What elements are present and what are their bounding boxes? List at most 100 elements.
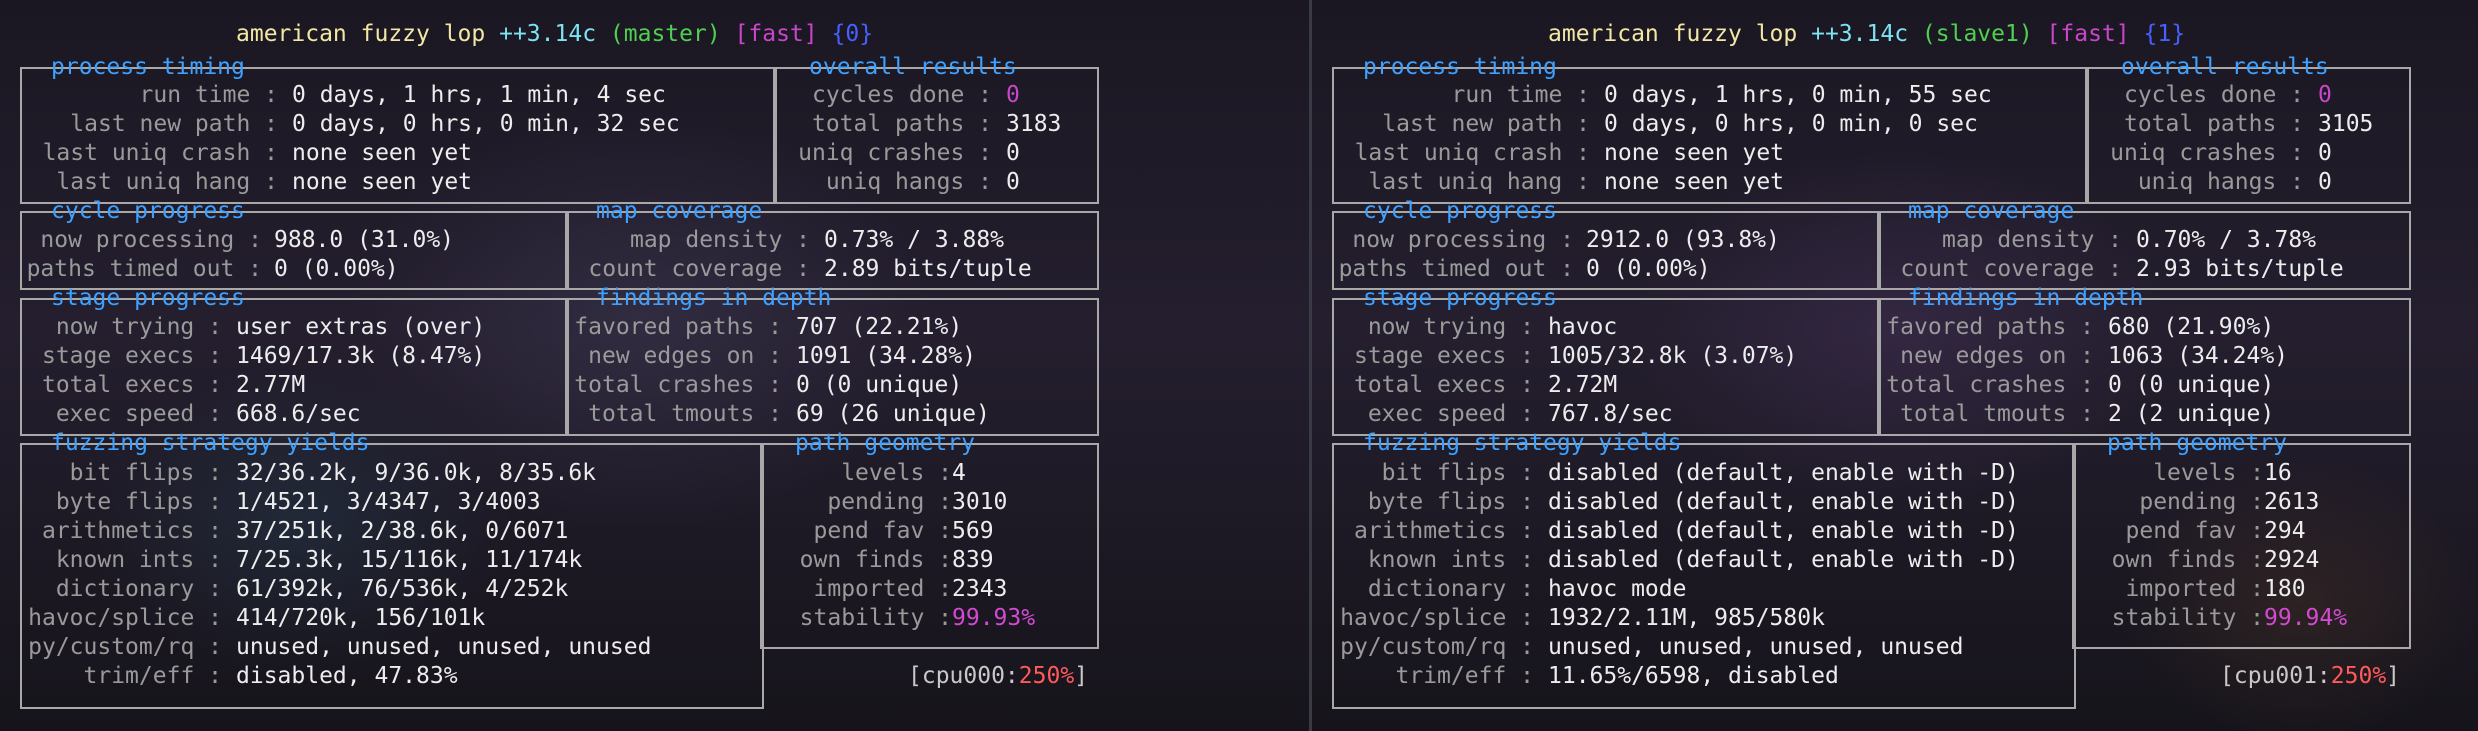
- count-coverage-label: count coverage :: [1900, 256, 2122, 282]
- terminal-pane-master[interactable]: american fuzzy lop ++3.14c (master) [fas…: [0, 0, 1300, 731]
- total-paths-value: 3105: [2318, 111, 2374, 137]
- trim-eff-label: trim/eff :: [1395, 663, 1534, 689]
- trim-eff-label: trim/eff :: [83, 663, 222, 689]
- count-coverage-value: 2.89 bits/tuple: [824, 256, 1032, 282]
- last-uniq-crash-label: last uniq crash :: [42, 140, 278, 166]
- dictionary-label: dictionary :: [55, 576, 222, 602]
- cycles-done-label: cycles done :: [2123, 82, 2304, 108]
- havoc-splice-label: havoc/splice :: [28, 605, 222, 631]
- own-finds-label: own finds :: [2111, 547, 2264, 573]
- dictionary-value: havoc mode: [1548, 576, 1687, 602]
- exec-speed-label: exec speed :: [1367, 401, 1534, 427]
- levels-value: 4: [952, 460, 966, 486]
- uniq-hangs-label: uniq hangs :: [2137, 169, 2304, 195]
- favored-paths-value: 707 (22.21%): [796, 314, 963, 340]
- pend-fav-label: pend fav :: [2125, 518, 2264, 544]
- total-crashes-value: 0 (0 unique): [2108, 372, 2275, 398]
- known-ints-value: 7/25.3k, 15/116k, 11/174k: [236, 547, 583, 573]
- stability-label: stability :: [799, 605, 952, 631]
- total-crashes-label: total crashes :: [1886, 372, 2094, 398]
- run-time-label: run time :: [139, 82, 278, 108]
- process-timing-heading: process timing: [1363, 54, 1557, 80]
- uniq-crashes-value: 0: [1006, 140, 1020, 166]
- map-density-label: map density :: [1941, 227, 2122, 253]
- last-uniq-crash-value: none seen yet: [1604, 140, 1785, 166]
- uniq-hangs-value: 0: [2318, 169, 2332, 195]
- uniq-hangs-label: uniq hangs :: [825, 169, 992, 195]
- total-paths-label: total paths :: [2123, 111, 2304, 137]
- arithmetics-value: disabled (default, enable with -D): [1548, 518, 2019, 544]
- favored-paths-label: favored paths :: [1886, 314, 2094, 340]
- now-trying-value: user extras (over): [236, 314, 486, 340]
- stability-value: 99.93%: [952, 605, 1036, 631]
- imported-value: 180: [2264, 576, 2306, 602]
- havoc-splice-value: 1932/2.11M, 985/580k: [1548, 605, 1825, 631]
- py-custom-rq-value: unused, unused, unused, unused: [1548, 634, 1964, 660]
- total-crashes-label: total crashes :: [574, 372, 782, 398]
- terminal-pane-slave1[interactable]: american fuzzy lop ++3.14c (slave1) [fas…: [1312, 0, 2478, 731]
- stage-progress-heading: stage progress: [1363, 285, 1557, 311]
- map-density-value: 0.73% / 3.88%: [824, 227, 1005, 253]
- now-trying-label: now trying :: [55, 314, 222, 340]
- afl-title: american fuzzy lop ++3.14c (slave1) [fas…: [1548, 21, 2186, 47]
- last-new-path-value: 0 days, 0 hrs, 0 min, 0 sec: [1604, 111, 1978, 137]
- now-trying-label: now trying :: [1367, 314, 1534, 340]
- run-time-value: 0 days, 1 hrs, 1 min, 4 sec: [292, 82, 666, 108]
- cpu-indicator: [cpu000:250%]: [908, 663, 1089, 689]
- uniq-crashes-label: uniq crashes :: [798, 140, 992, 166]
- byte-flips-label: byte flips :: [1367, 489, 1534, 515]
- stage-execs-label: stage execs :: [41, 343, 222, 369]
- run-time-value: 0 days, 1 hrs, 0 min, 55 sec: [1604, 82, 1992, 108]
- imported-label: imported :: [2125, 576, 2264, 602]
- own-finds-value: 839: [952, 547, 994, 573]
- new-edges-value: 1063 (34.24%): [2108, 343, 2289, 369]
- cycle-progress-heading: cycle progress: [51, 198, 245, 224]
- last-uniq-hang-label: last uniq hang :: [1368, 169, 1590, 195]
- strategy-heading: fuzzing strategy yields: [1363, 430, 1682, 456]
- bit-flips-value: 32/36.2k, 9/36.0k, 8/35.6k: [236, 460, 597, 486]
- byte-flips-value: 1/4521, 3/4347, 3/4003: [236, 489, 541, 515]
- uniq-crashes-label: uniq crashes :: [2110, 140, 2304, 166]
- count-coverage-label: count coverage :: [588, 256, 810, 282]
- total-tmouts-label: total tmouts :: [588, 401, 782, 427]
- run-time-label: run time :: [1451, 82, 1590, 108]
- total-execs-value: 2.77M: [236, 372, 306, 398]
- map-coverage-heading: map coverage: [1908, 198, 2075, 224]
- total-tmouts-value: 2 (2 unique): [2108, 401, 2275, 427]
- own-finds-value: 2924: [2264, 547, 2320, 573]
- levels-label: levels :: [2153, 460, 2264, 486]
- count-coverage-value: 2.93 bits/tuple: [2136, 256, 2344, 282]
- paths-timed-out-value: 0 (0.00%): [274, 256, 399, 282]
- exec-speed-value: 767.8/sec: [1548, 401, 1673, 427]
- stability-value: 99.94%: [2264, 605, 2348, 631]
- now-processing-value: 2912.0 (93.8%): [1586, 227, 1780, 253]
- last-uniq-crash-value: none seen yet: [292, 140, 473, 166]
- cpu-indicator: [cpu001:250%]: [2220, 663, 2401, 689]
- last-new-path-label: last new path :: [1382, 111, 1590, 137]
- havoc-splice-label: havoc/splice :: [1340, 605, 1534, 631]
- byte-flips-value: disabled (default, enable with -D): [1548, 489, 2019, 515]
- bit-flips-label: bit flips :: [69, 460, 222, 486]
- map-density-label: map density :: [629, 227, 810, 253]
- favored-paths-value: 680 (21.90%): [2108, 314, 2275, 340]
- last-uniq-hang-label: last uniq hang :: [56, 169, 278, 195]
- stability-label: stability :: [2111, 605, 2264, 631]
- py-custom-rq-label: py/custom/rq :: [28, 634, 222, 660]
- now-processing-value: 988.0 (31.0%): [274, 227, 455, 253]
- known-ints-label: known ints :: [55, 547, 222, 573]
- stage-execs-label: stage execs :: [1353, 343, 1534, 369]
- cycle-progress-heading: cycle progress: [1363, 198, 1557, 224]
- levels-label: levels :: [841, 460, 952, 486]
- favored-paths-label: favored paths :: [574, 314, 782, 340]
- last-uniq-hang-value: none seen yet: [1604, 169, 1785, 195]
- havoc-splice-value: 414/720k, 156/101k: [236, 605, 486, 631]
- uniq-crashes-value: 0: [2318, 140, 2332, 166]
- new-edges-label: new edges on :: [588, 343, 782, 369]
- trim-eff-value: disabled, 47.83%: [236, 663, 458, 689]
- paths-timed-out-value: 0 (0.00%): [1586, 256, 1711, 282]
- known-ints-value: disabled (default, enable with -D): [1548, 547, 2019, 573]
- path-geometry-heading: path geometry: [2107, 430, 2288, 456]
- map-coverage-heading: map coverage: [596, 198, 763, 224]
- levels-value: 16: [2264, 460, 2292, 486]
- pend-fav-label: pend fav :: [813, 518, 952, 544]
